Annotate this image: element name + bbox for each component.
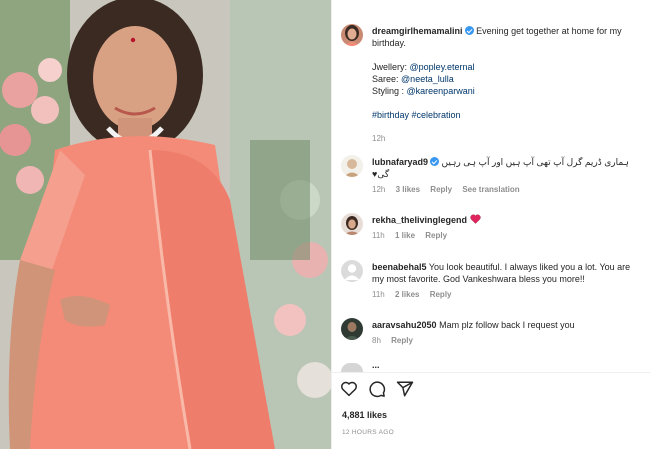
comment-likes[interactable]: 1 like [395, 231, 415, 240]
comment-avatar[interactable] [341, 363, 363, 372]
jewellery-label: Jwellery: [372, 62, 408, 72]
author-avatar[interactable] [341, 24, 363, 46]
comment-username[interactable]: rekha_thelivinglegend [372, 215, 467, 225]
comment-username[interactable]: lubnafaryad9 [372, 157, 428, 167]
verified-badge-icon [464, 26, 474, 35]
comment-avatar[interactable] [341, 213, 363, 235]
see-translation-link[interactable]: See translation [462, 185, 519, 194]
comment-username[interactable]: aaravsahu2050 [372, 320, 437, 330]
comment-icon[interactable] [368, 380, 386, 398]
cutoff-username: ... [372, 366, 572, 370]
comment-item: aaravsahu2050 Mam plz follow back I requ… [372, 319, 644, 347]
saree-label: Saree: [372, 74, 399, 84]
comment-avatar[interactable] [341, 260, 363, 282]
reply-button[interactable]: Reply [430, 185, 452, 194]
post-photo [0, 0, 331, 449]
reply-button[interactable]: Reply [391, 336, 413, 345]
saree-handle-link[interactable]: @neeta_lulla [401, 74, 454, 84]
comment-time: 11h [372, 231, 385, 240]
comment-item: rekha_thelivinglegend 11h 1 like Reply [372, 214, 644, 242]
comment-likes[interactable]: 2 likes [395, 290, 419, 299]
actions-divider [331, 372, 650, 373]
comment-text: Mam plz follow back I request you [439, 320, 575, 330]
comment-username[interactable]: beenabehal5 [372, 262, 427, 272]
comment-avatar[interactable] [341, 318, 363, 340]
jewellery-handle-link[interactable]: @popley.eternal [410, 62, 475, 72]
comment-time: 8h [372, 336, 381, 345]
styling-handle-link[interactable]: @kareenparwani [407, 86, 475, 96]
author-username[interactable]: dreamgirlhemamalini [372, 26, 463, 36]
reply-button[interactable]: Reply [430, 290, 452, 299]
post-caption: dreamgirlhemamalini Evening get together… [372, 25, 644, 145]
verified-badge-icon [430, 157, 440, 166]
comment-item: lubnafaryad9 ہماری ڈریم گرل آپ تھی آپ ہی… [372, 156, 644, 196]
comment-likes[interactable]: 3 likes [396, 185, 420, 194]
heart-icon[interactable] [340, 380, 358, 398]
hashtags-link[interactable]: #birthday #celebration [372, 110, 461, 120]
reply-button[interactable]: Reply [425, 231, 447, 240]
share-icon[interactable] [396, 380, 414, 398]
caption-time: 12h [372, 134, 386, 143]
likes-count[interactable]: 4,881 likes [342, 410, 387, 420]
post-photo-illustration [0, 0, 331, 449]
posted-time: 12 HOURS AGO [342, 429, 395, 436]
comment-avatar[interactable] [341, 155, 363, 177]
comment-time: 11h [372, 290, 385, 299]
comment-item: beenabehal5 You look beautiful. I always… [372, 261, 644, 301]
red-heart-emoji-icon [469, 214, 481, 224]
comment-time: 12h [372, 185, 386, 194]
styling-label: Styling : [372, 86, 405, 96]
